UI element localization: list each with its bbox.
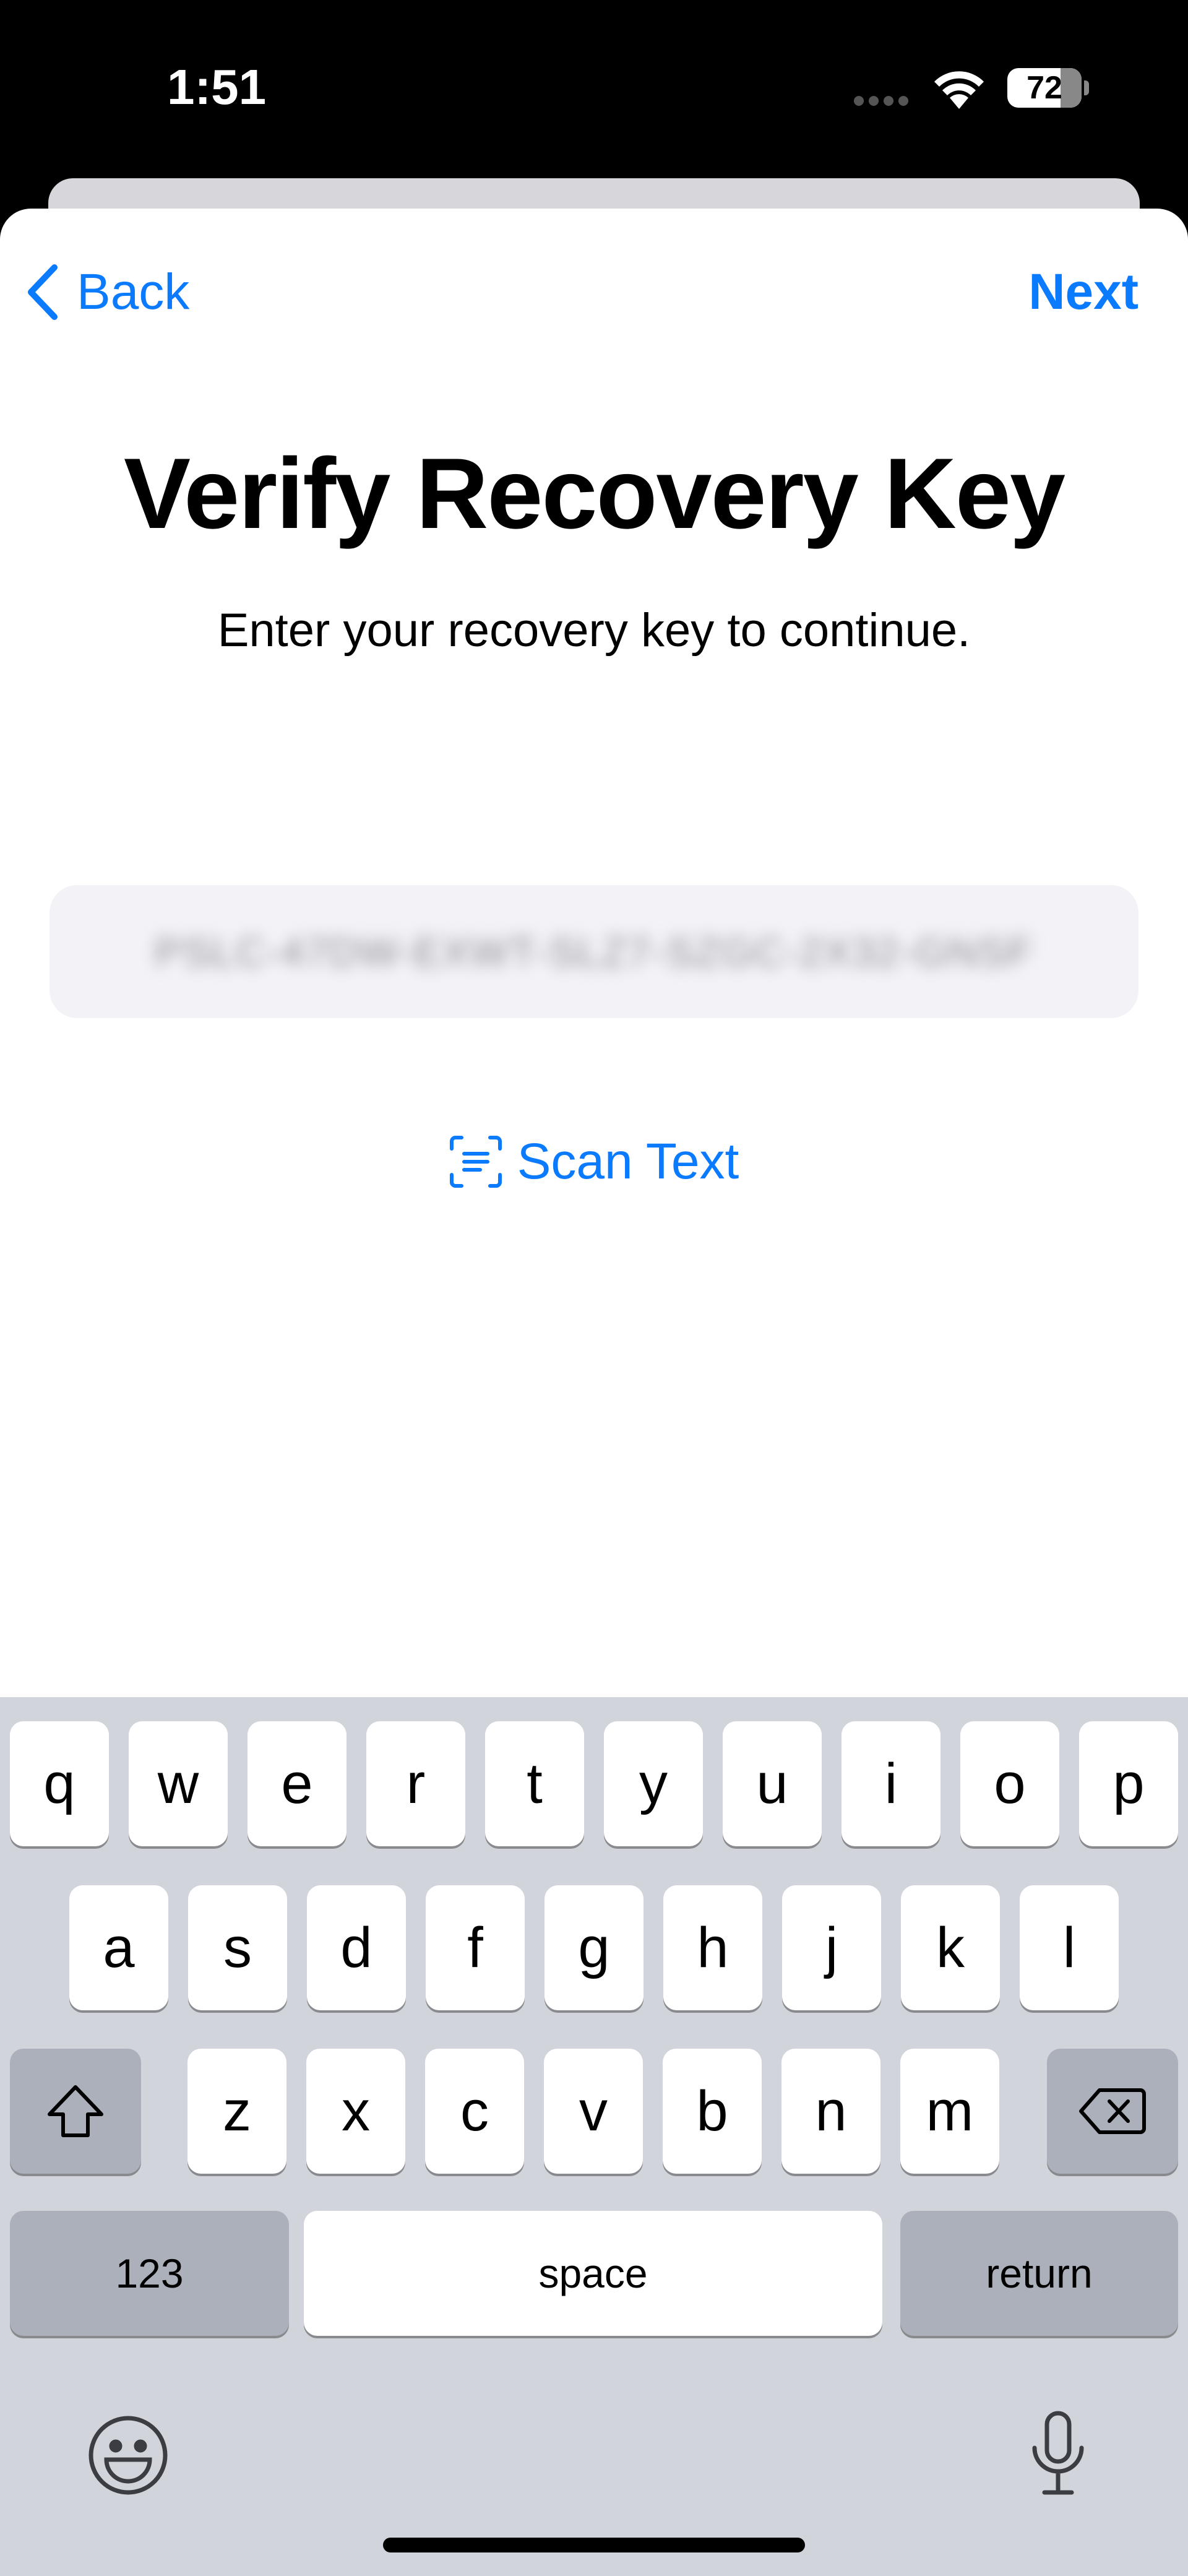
key-e[interactable]: e xyxy=(248,1721,346,1846)
key-c[interactable]: c xyxy=(425,2049,524,2174)
key-j[interactable]: j xyxy=(782,1885,881,2010)
wifi-icon xyxy=(931,67,987,113)
backspace-icon xyxy=(1079,2088,1146,2134)
dictation-button[interactable] xyxy=(1027,2411,1089,2500)
page-subtitle: Enter your recovery key to continue. xyxy=(217,604,971,657)
scan-text-icon xyxy=(449,1136,502,1188)
recovery-key-value: PSLC-47DW-EXWT-SLZ7-SZGC-2X32-GNSF xyxy=(154,928,1034,975)
key-h[interactable]: h xyxy=(663,1885,762,2010)
key-l[interactable]: l xyxy=(1020,1885,1119,2010)
key-g[interactable]: g xyxy=(544,1885,644,2010)
key-o[interactable]: o xyxy=(960,1721,1059,1846)
back-button[interactable]: Back xyxy=(25,263,189,321)
key-q[interactable]: q xyxy=(10,1721,109,1846)
shift-key[interactable] xyxy=(10,2049,141,2174)
next-button[interactable]: Next xyxy=(1028,263,1138,321)
key-x[interactable]: x xyxy=(306,2049,405,2174)
key-w[interactable]: w xyxy=(129,1721,228,1846)
key-u[interactable]: u xyxy=(723,1721,822,1846)
battery-icon: 72 xyxy=(1007,68,1082,108)
home-indicator xyxy=(383,2538,805,2552)
key-s[interactable]: s xyxy=(188,1885,287,2010)
chevron-left-icon xyxy=(28,264,58,320)
key-y[interactable]: y xyxy=(604,1721,703,1846)
back-label: Back xyxy=(77,264,190,320)
cellular-signal-icon xyxy=(854,96,908,106)
key-t[interactable]: t xyxy=(485,1721,584,1846)
key-v[interactable]: v xyxy=(544,2049,643,2174)
battery-percent: 72 xyxy=(1027,70,1062,106)
key-k[interactable]: k xyxy=(901,1885,1000,2010)
key-a[interactable]: a xyxy=(69,1885,168,2010)
recovery-key-input[interactable]: PSLC-47DW-EXWT-SLZ7-SZGC-2X32-GNSF xyxy=(50,885,1138,1018)
backspace-key[interactable] xyxy=(1047,2049,1178,2174)
key-r[interactable]: r xyxy=(366,1721,465,1846)
key-p[interactable]: p xyxy=(1079,1721,1178,1846)
key-f[interactable]: f xyxy=(426,1885,525,2010)
return-key[interactable]: return xyxy=(900,2211,1178,2336)
key-b[interactable]: b xyxy=(663,2049,762,2174)
emoji-icon xyxy=(88,2416,168,2495)
key-d[interactable]: d xyxy=(307,1885,406,2010)
space-key[interactable]: space xyxy=(304,2211,882,2336)
emoji-button[interactable] xyxy=(87,2414,170,2500)
key-m[interactable]: m xyxy=(900,2049,999,2174)
key-n[interactable]: n xyxy=(781,2049,880,2174)
scan-text-label: Scan Text xyxy=(517,1133,739,1190)
page-title: Verify Recovery Key xyxy=(124,438,1065,550)
status-time: 1:51 xyxy=(167,59,267,115)
key-i[interactable]: i xyxy=(842,1721,940,1846)
battery-nub xyxy=(1084,80,1089,95)
shift-icon xyxy=(48,2085,103,2137)
numbers-key[interactable]: 123 xyxy=(10,2211,289,2336)
scan-text-button[interactable]: Scan Text xyxy=(0,1133,1188,1191)
microphone-icon xyxy=(1032,2411,1084,2495)
key-z[interactable]: z xyxy=(187,2049,286,2174)
